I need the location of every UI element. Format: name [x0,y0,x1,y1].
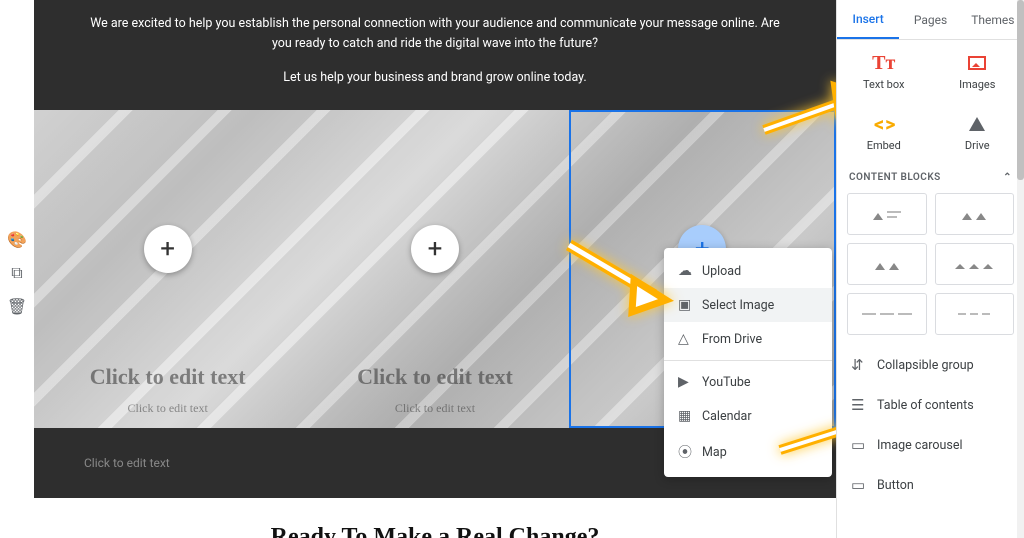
menu-from-drive[interactable]: △From Drive [664,322,832,356]
drive-icon [969,113,985,135]
column-2[interactable]: + Click to edit text Click to edit text [301,110,568,428]
toolbar-left: 🎨 ⧉ 🗑 [0,0,34,538]
tab-insert[interactable]: Insert [837,0,899,39]
insert-grid: Tᴛ Text box Images < > Embed Drive [837,40,1024,162]
insert-drive[interactable]: Drive [931,101,1024,162]
palette-icon[interactable]: 🎨 [7,230,27,249]
insert-embed[interactable]: < > Embed [837,101,931,162]
insert-context-menu: ☁Upload ▣Select Image △From Drive ▶YouTu… [664,248,832,477]
column-title[interactable]: Click to edit text [357,364,513,390]
hero-text-block[interactable]: We are excited to help you establish the… [34,0,836,110]
tab-themes[interactable]: Themes [962,0,1024,39]
block-template-1[interactable] [847,193,927,235]
carousel-icon: ▭ [851,436,877,454]
image-icon: ▣ [678,297,702,313]
column-title[interactable]: Click to edit text [90,364,246,390]
block-template-3[interactable] [847,243,927,285]
chevron-up-icon: ⌃ [1003,172,1012,183]
collapsible-icon: ⇵ [851,356,877,374]
add-content-button[interactable]: + [411,225,459,273]
delete-icon[interactable]: 🗑 [7,297,27,316]
textbox-icon: Tᴛ [872,52,895,74]
right-sidebar: Insert Pages Themes Tᴛ Text box Images <… [836,0,1024,538]
copy-icon[interactable]: ⧉ [11,263,22,283]
content-blocks-header[interactable]: CONTENT BLOCKS ⌃ [837,162,1024,189]
insert-table-of-contents[interactable]: ☰Table of contents [837,385,1024,425]
tab-pages[interactable]: Pages [899,0,961,39]
menu-upload[interactable]: ☁Upload [664,254,832,288]
menu-youtube[interactable]: ▶YouTube [664,365,832,399]
images-icon [968,52,986,74]
insert-button[interactable]: ▭Button [837,465,1024,505]
toc-icon: ☰ [851,396,877,414]
calendar-icon: ▦ [678,408,702,424]
map-icon: ⦿ [678,442,702,462]
column-subtitle[interactable]: Click to edit text [127,401,207,416]
cta-heading: Ready To Make a Real Change? [34,524,836,538]
sidebar-scrollbar[interactable] [1017,0,1024,538]
menu-map[interactable]: ⦿Map [664,433,832,471]
block-template-4[interactable] [935,243,1015,285]
column-1[interactable]: + Click to edit text Click to edit text [34,110,301,428]
column-subtitle[interactable]: Click to edit text [395,401,475,416]
menu-select-image[interactable]: ▣Select Image [664,288,832,322]
cta-section[interactable]: Ready To Make a Real Change? [34,498,836,538]
menu-divider [664,360,832,361]
hero-line-1: We are excited to help you establish the… [84,14,786,54]
footer-text: Click to edit text [84,456,170,470]
insert-images[interactable]: Images [931,40,1024,101]
insert-textbox[interactable]: Tᴛ Text box [837,40,931,101]
insert-image-carousel[interactable]: ▭Image carousel [837,425,1024,465]
menu-calendar[interactable]: ▦Calendar [664,399,832,433]
hero-line-2: Let us help your business and brand grow… [84,68,786,88]
drive-icon: △ [678,331,702,347]
block-template-5[interactable] [847,293,927,335]
content-blocks-grid [837,189,1024,345]
upload-icon: ☁ [678,263,702,279]
site-canvas: We are excited to help you establish the… [34,0,836,538]
block-template-2[interactable] [935,193,1015,235]
sidebar-tabs: Insert Pages Themes [837,0,1024,40]
youtube-icon: ▶ [678,374,702,390]
embed-icon: < > [874,113,894,135]
button-icon: ▭ [851,476,877,494]
block-template-6[interactable] [935,293,1015,335]
add-content-button[interactable]: + [144,225,192,273]
insert-collapsible-group[interactable]: ⇵Collapsible group [837,345,1024,385]
